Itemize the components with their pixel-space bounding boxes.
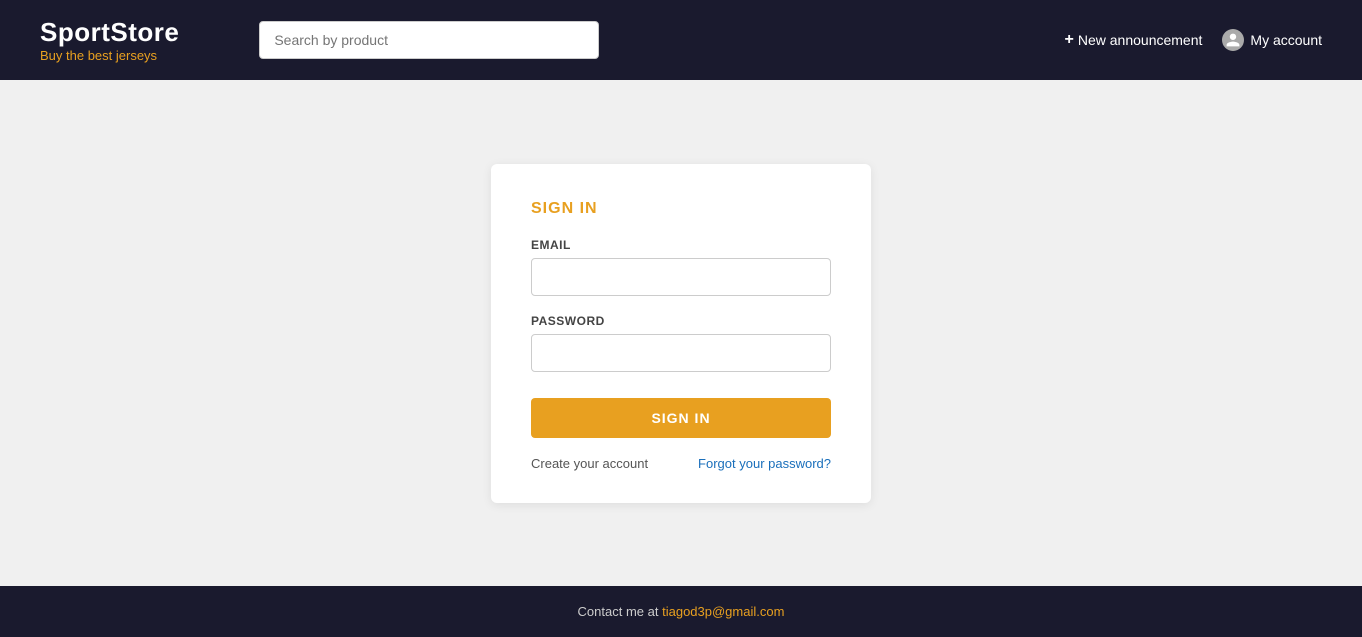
email-form-group: EMAIL xyxy=(531,238,831,296)
footer-contact-text: Contact me at xyxy=(578,604,659,619)
signin-card: SIGN IN EMAIL PASSWORD SIGN IN Create yo… xyxy=(491,164,871,503)
password-input[interactable] xyxy=(531,334,831,372)
new-announcement-button[interactable]: + New announcement xyxy=(1065,31,1203,49)
main-content: SIGN IN EMAIL PASSWORD SIGN IN Create yo… xyxy=(0,80,1362,586)
create-account-link[interactable]: Create your account xyxy=(531,456,648,471)
forgot-password-link[interactable]: Forgot your password? xyxy=(698,456,831,471)
search-input[interactable] xyxy=(259,21,599,59)
password-form-group: PASSWORD xyxy=(531,314,831,372)
footer: Contact me at tiagod3p@gmail.com xyxy=(0,586,1362,637)
password-label: PASSWORD xyxy=(531,314,831,328)
email-label: EMAIL xyxy=(531,238,831,252)
plus-icon: + xyxy=(1065,31,1074,49)
signin-button[interactable]: SIGN IN xyxy=(531,398,831,438)
my-account-button[interactable]: My account xyxy=(1222,29,1322,51)
account-icon xyxy=(1222,29,1244,51)
footer-email-link[interactable]: tiagod3p@gmail.com xyxy=(662,604,784,619)
logo-subtitle: Buy the best jerseys xyxy=(40,48,179,63)
logo-area: SportStore Buy the best jerseys xyxy=(40,17,179,63)
signin-title: SIGN IN xyxy=(531,200,831,218)
header: SportStore Buy the best jerseys + New an… xyxy=(0,0,1362,80)
my-account-label: My account xyxy=(1250,32,1322,48)
search-container xyxy=(259,21,599,59)
signin-links: Create your account Forgot your password… xyxy=(531,456,831,471)
logo-title: SportStore xyxy=(40,17,179,48)
header-actions: + New announcement My account xyxy=(1065,29,1322,51)
email-input[interactable] xyxy=(531,258,831,296)
new-announcement-label: New announcement xyxy=(1078,32,1203,48)
